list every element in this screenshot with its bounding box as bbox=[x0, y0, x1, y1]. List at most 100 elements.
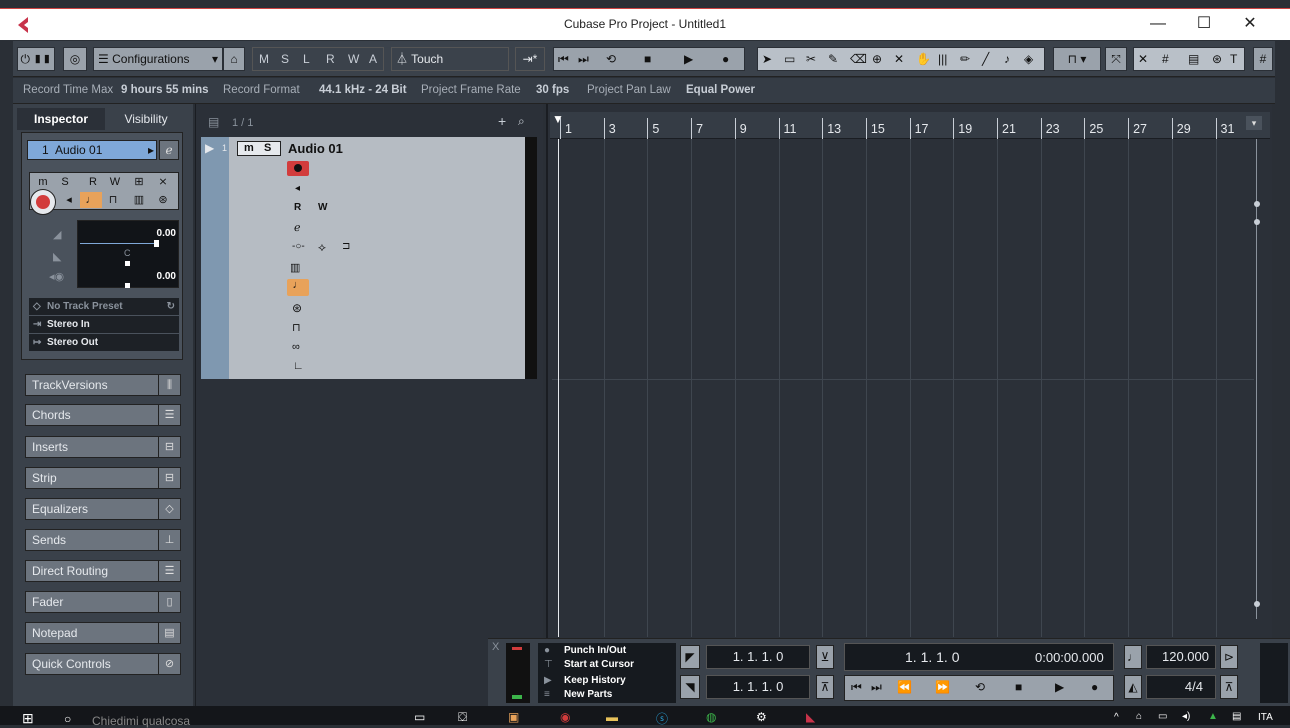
cycle-icon[interactable]: ⟲ bbox=[606, 48, 616, 70]
app-icon[interactable]: ▣ bbox=[508, 710, 519, 724]
edit-in-place-icon[interactable]: ⊛ bbox=[152, 192, 174, 208]
left-locator-menu-icon[interactable]: ⊻ bbox=[816, 645, 834, 669]
go-to-end-icon[interactable]: ⏭ bbox=[871, 680, 882, 695]
skype-icon[interactable]: ⓢ bbox=[656, 710, 668, 727]
cursor-snap-icon[interactable]: ✕ bbox=[1138, 48, 1148, 70]
zoom-slider-track[interactable] bbox=[1256, 139, 1257, 619]
track-list-name[interactable]: Audio 01 bbox=[288, 141, 343, 156]
track-header-audio-01[interactable]: ▶ 1 m S Audio 01 ◂ R W ℯ -○- ⟡ ⊐ ▥ ♩ ⊛ ⊓… bbox=[201, 137, 537, 379]
tab-visibility[interactable]: Visibility bbox=[105, 108, 187, 130]
tempo-field[interactable]: 120.000 bbox=[1146, 645, 1216, 669]
ruler-bar-3[interactable]: 3 bbox=[603, 118, 616, 139]
freeze-icon[interactable]: ⨯ bbox=[152, 174, 174, 190]
ruler-bar-11[interactable]: 11 bbox=[778, 118, 796, 139]
musical-timebase-icon[interactable]: ♩ bbox=[80, 192, 102, 208]
ruler-bar-17[interactable]: 17 bbox=[909, 118, 929, 139]
start-at-cursor-mode[interactable]: Start at Cursor bbox=[564, 659, 634, 670]
frame-rate-value[interactable]: 30 fps bbox=[536, 84, 569, 96]
track-name-field[interactable]: 1 Audio 01 ▸ bbox=[27, 140, 157, 160]
ruler-bar-19[interactable]: 19 bbox=[953, 118, 972, 139]
sends-icon[interactable]: ⊐ bbox=[342, 241, 350, 252]
grid-type-icon[interactable]: # bbox=[1253, 47, 1273, 71]
color-tool-icon[interactable]: ◈ bbox=[1024, 48, 1033, 70]
ruler-bar-5[interactable]: 5 bbox=[647, 118, 659, 139]
search-icon[interactable]: ⌕ bbox=[518, 114, 525, 129]
hand-tool-icon[interactable]: ✋ bbox=[916, 48, 931, 70]
primary-time-display[interactable]: 1. 1. 1. 0 bbox=[905, 649, 959, 665]
file-explorer-icon[interactable]: ▬ bbox=[606, 710, 618, 724]
snap-icon[interactable]: ⤧ bbox=[1105, 47, 1127, 71]
section-equalizers[interactable]: Equalizers ◇ bbox=[25, 498, 181, 520]
section-notepad[interactable]: Notepad ▤ bbox=[25, 622, 181, 644]
draw-tool-icon[interactable]: ✏ bbox=[960, 48, 970, 70]
close-icon[interactable]: ✕ bbox=[1227, 13, 1273, 37]
folder-corner-icon[interactable]: ∟ bbox=[293, 360, 304, 372]
task-view-icon[interactable]: ▭ bbox=[414, 710, 425, 724]
snap-type-select[interactable]: ⊓ ▾ bbox=[1053, 47, 1101, 71]
section-fader[interactable]: Fader ▯ bbox=[25, 591, 181, 613]
play-tool-icon[interactable]: ♪ bbox=[1004, 48, 1010, 70]
input-routing-field[interactable]: ⇥ Stereo In bbox=[29, 316, 179, 333]
home-icon[interactable]: ⌂ bbox=[223, 47, 245, 71]
time-base-icon[interactable]: T bbox=[1230, 48, 1237, 70]
go-to-start-icon[interactable]: ⏮ bbox=[851, 680, 862, 695]
record-enable-button[interactable] bbox=[30, 189, 56, 215]
stop-icon[interactable]: ■ bbox=[644, 48, 651, 70]
track-list-menu-icon[interactable]: ▤ bbox=[208, 115, 219, 129]
delay-value[interactable]: 0.00 bbox=[157, 271, 176, 282]
maximize-icon[interactable]: ☐ bbox=[1181, 13, 1227, 37]
monitor-speaker-icon[interactable]: ◂ bbox=[58, 192, 80, 208]
section-direct-routing[interactable]: Direct Routing ☰ bbox=[25, 560, 181, 582]
record-time-value[interactable]: 9 hours 55 mins bbox=[121, 84, 209, 96]
taskbar-search[interactable]: Chiedimi qualcosa bbox=[92, 714, 190, 728]
write-button[interactable]: W bbox=[104, 174, 126, 190]
store-icon[interactable]: ⛋ bbox=[458, 710, 467, 725]
track-solo-button[interactable]: S bbox=[264, 142, 271, 154]
go-to-end-icon[interactable]: ⏭ bbox=[578, 48, 589, 70]
network-icon[interactable]: ▭ bbox=[1158, 711, 1167, 722]
write-button[interactable]: W bbox=[318, 202, 327, 213]
auto-scroll-icon[interactable]: ⇥* bbox=[515, 47, 545, 71]
listen-state-button[interactable]: L bbox=[303, 48, 310, 70]
section-inserts[interactable]: Inserts ⊟ bbox=[25, 436, 181, 458]
quantize-icon[interactable]: ▤ bbox=[1188, 48, 1199, 70]
track-preset-field[interactable]: ◇ No Track Preset ↻ bbox=[29, 298, 179, 315]
zoom-tool-icon[interactable]: ⊕ bbox=[872, 48, 882, 70]
erase-tool-icon[interactable]: ⌫ bbox=[850, 48, 867, 70]
musical-timebase-icon[interactable]: ♩ bbox=[287, 279, 309, 296]
lock-track-icon[interactable]: ⊓ bbox=[102, 192, 124, 208]
solo-button[interactable]: S bbox=[54, 174, 76, 190]
volume-fader[interactable] bbox=[80, 243, 156, 244]
automation-state-button[interactable]: A bbox=[369, 48, 377, 70]
read-button[interactable]: R bbox=[294, 202, 301, 213]
object-selection-tool-icon[interactable]: ➤ bbox=[762, 48, 772, 70]
spotify-icon[interactable]: ◍ bbox=[706, 710, 716, 724]
ruler-bar-1[interactable]: 1 bbox=[560, 118, 572, 139]
configurations-button[interactable]: ☰ Configurations ▾ bbox=[93, 47, 223, 71]
language-indicator[interactable]: ITA bbox=[1258, 712, 1273, 723]
stop-icon[interactable]: ■ bbox=[1015, 680, 1022, 694]
keep-history-mode[interactable]: Keep History bbox=[564, 675, 626, 686]
tab-inspector[interactable]: Inspector bbox=[17, 108, 105, 130]
cubase-taskbar-icon[interactable]: ◣ bbox=[806, 710, 815, 724]
right-locator-icon[interactable]: ◥ bbox=[680, 675, 700, 699]
windows-start-icon[interactable]: ⊞ bbox=[22, 710, 34, 727]
inserts-bypass-icon[interactable]: ⊞ bbox=[128, 174, 150, 190]
expand-icon[interactable]: ▶ bbox=[205, 141, 214, 155]
ruler-bar-31[interactable]: 31 bbox=[1215, 118, 1234, 139]
pan-law-value[interactable]: Equal Power bbox=[686, 84, 755, 96]
section-quick-controls[interactable]: Quick Controls ⊘ bbox=[25, 653, 181, 675]
link-icon[interactable]: ∞ bbox=[292, 341, 300, 353]
minimize-icon[interactable]: — bbox=[1135, 13, 1181, 37]
edit-channel-icon[interactable]: ℯ bbox=[159, 140, 179, 160]
record-format-value[interactable]: 44.1 kHz - 24 Bit bbox=[319, 84, 407, 96]
mute-state-button[interactable]: M bbox=[259, 48, 269, 70]
zoom-handle-bottom[interactable] bbox=[1254, 219, 1260, 225]
ruler-bar-29[interactable]: 29 bbox=[1171, 118, 1191, 139]
edit-in-place-icon[interactable]: ⊛ bbox=[292, 301, 302, 315]
go-to-start-icon[interactable]: ⏮ bbox=[558, 48, 569, 70]
lock-icon[interactable]: ⊛ bbox=[1212, 48, 1222, 70]
record-enable-button[interactable] bbox=[287, 161, 309, 176]
line-tool-icon[interactable]: ╱ bbox=[982, 48, 989, 70]
split-tool-icon[interactable]: ✂ bbox=[806, 48, 816, 70]
